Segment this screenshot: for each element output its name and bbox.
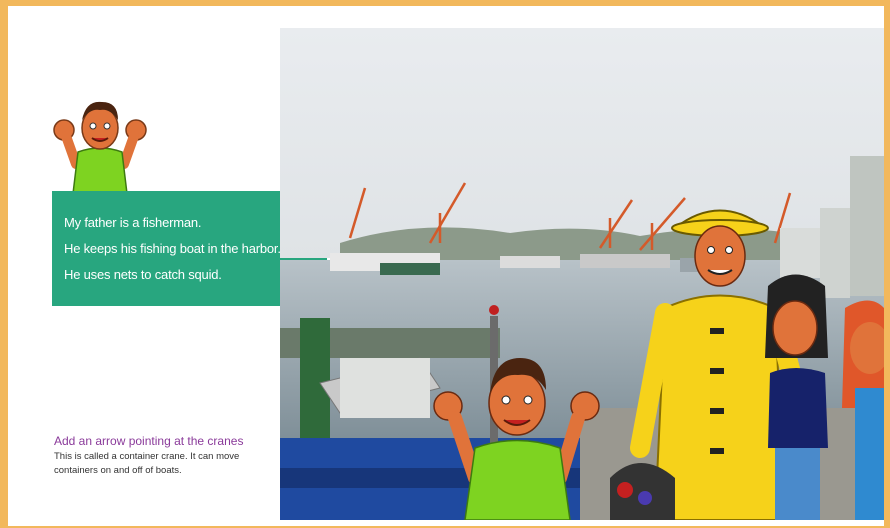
- kid-waving-illustration: [53, 101, 147, 202]
- storybook-page: My father is a fisherman. He keeps his f…: [8, 6, 884, 526]
- note-body: This is called a container crane. It can…: [54, 451, 240, 476]
- story-line: He uses nets to catch squid.: [64, 267, 222, 282]
- sky: [280, 28, 884, 258]
- story-line: He keeps his fishing boat in the harbor.: [64, 241, 281, 256]
- note-title: Add an arrow pointing at the cranes: [54, 434, 244, 448]
- annotation-note: Add an arrow pointing at the cranes This…: [54, 434, 284, 478]
- story-line: My father is a fisherman.: [64, 215, 202, 230]
- harbor-photo: [280, 28, 884, 520]
